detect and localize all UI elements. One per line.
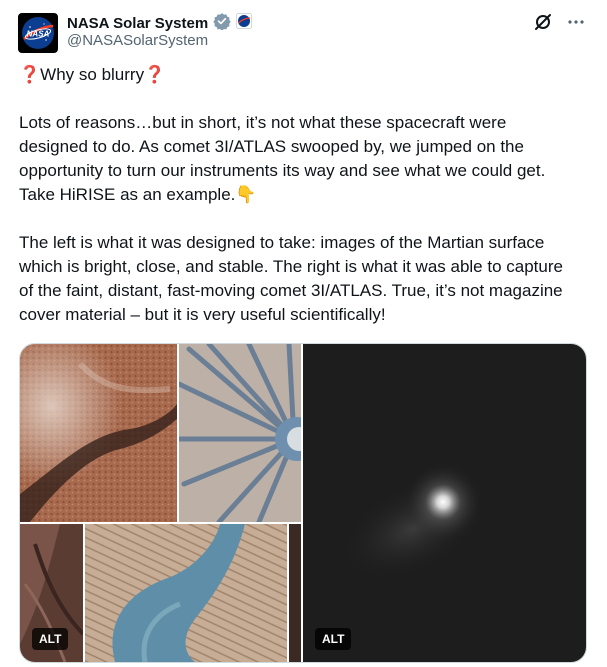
avatar-text: NASA — [27, 30, 50, 39]
verified-badge-icon — [213, 12, 231, 35]
grok-icon[interactable] — [533, 12, 553, 37]
alt-badge-right[interactable]: ALT — [315, 628, 352, 650]
media-grid[interactable]: ALT ALT — [19, 343, 587, 663]
mars-crater-image[interactable] — [179, 344, 301, 522]
nasa-affiliate-icon[interactable] — [236, 13, 253, 34]
comet-3i-atlas-image[interactable] — [303, 344, 586, 662]
post-paragraph-1: Lots of reasons…but in short, it’s not w… — [19, 113, 546, 204]
post-top-actions — [533, 12, 585, 37]
account-handle[interactable]: @NASASolarSystem — [67, 32, 208, 49]
mars-dunes-image[interactable] — [85, 524, 287, 662]
account-avatar[interactable]: NASA — [18, 13, 58, 53]
post-line-heading: ❓Why so blurry❓ — [19, 65, 166, 84]
mars-terrain-image[interactable] — [20, 344, 177, 522]
mars-strip-image[interactable] — [289, 524, 301, 662]
alt-badge-left[interactable]: ALT — [32, 628, 69, 650]
post-paragraph-2: The left is what it was designed to take… — [19, 233, 563, 324]
more-options-icon[interactable] — [567, 13, 585, 36]
post-text: ❓Why so blurry❓ Lots of reasons…but in s… — [19, 63, 579, 327]
display-name[interactable]: NASA Solar System — [67, 15, 208, 32]
nasa-logo-icon: NASA — [22, 17, 54, 49]
